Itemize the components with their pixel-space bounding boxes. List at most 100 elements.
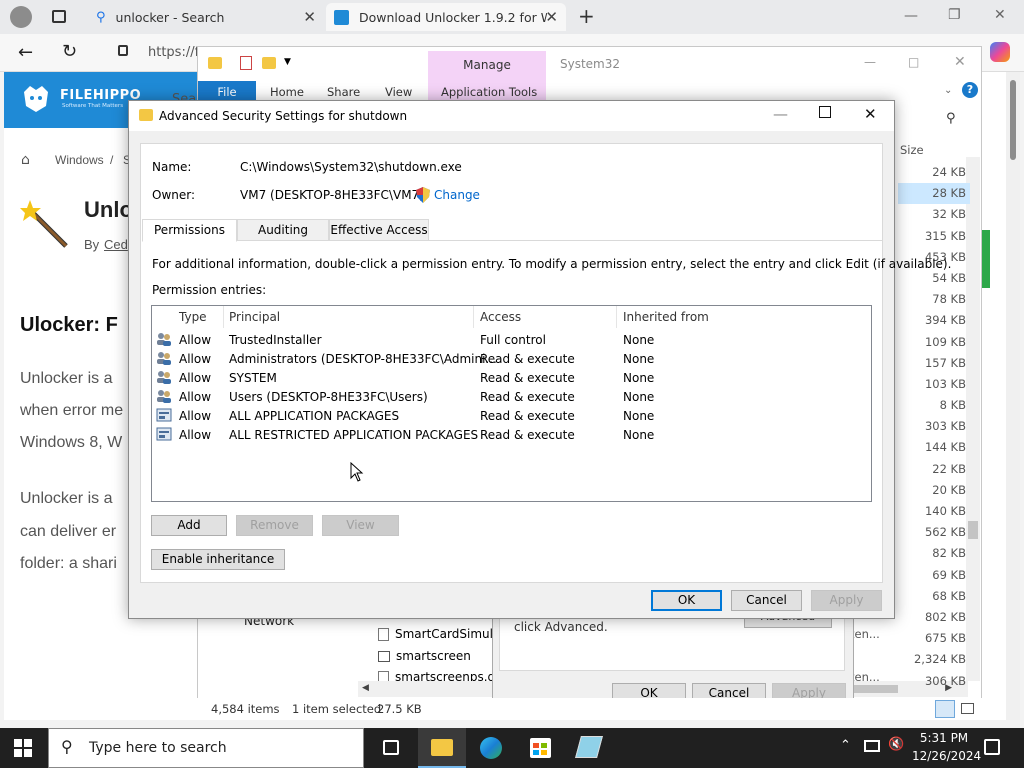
permission-row[interactable]: Allow ALL RESTRICTED APPLICATION PACKAGE… [152,426,871,445]
size-cell[interactable]: 109 KB [898,332,970,353]
size-cell[interactable]: 68 KB [898,586,970,607]
tab-effective-access[interactable]: Effective Access [329,219,429,241]
size-cell[interactable]: 103 KB [898,374,970,395]
tab-auditing[interactable]: Auditing [237,219,329,241]
remove-button[interactable]: Remove [236,515,313,536]
qat-dropdown-icon[interactable]: ▼ [284,57,291,67]
size-cell[interactable]: 82 KB [898,543,970,564]
clock-date[interactable]: 12/26/2024 [912,749,981,763]
notification-icon[interactable] [984,739,1000,755]
cancel-button[interactable]: Cancel [731,590,802,611]
permission-row[interactable]: Allow TrustedInstaller Full control None [152,331,871,350]
column-header-type[interactable]: Type [179,310,207,324]
explorer-maximize-icon[interactable]: □ [908,55,919,69]
close-icon[interactable]: ✕ [994,7,1006,23]
breadcrumb-windows[interactable]: Windows [55,153,104,167]
permission-row[interactable]: Allow Administrators (DESKTOP-8HE33FC\Ad… [152,350,871,369]
size-cell[interactable]: 69 KB [898,565,970,586]
column-header-access[interactable]: Access [480,310,521,324]
apply-button[interactable]: Apply [811,590,882,611]
size-cell[interactable]: 675 KB [898,628,970,649]
size-cell[interactable]: 144 KB [898,437,970,458]
change-owner-link[interactable]: Change [434,188,480,202]
ribbon-tab-home[interactable]: Home [270,85,304,99]
edge-icon[interactable] [480,737,502,759]
size-cell[interactable]: 562 KB [898,522,970,543]
home-icon[interactable]: ⌂ [21,152,30,168]
network-icon[interactable] [864,740,880,752]
byline-author[interactable]: Ced [104,237,128,252]
size-cell[interactable]: 303 KB [898,416,970,437]
unlocker-taskbar-icon[interactable] [575,736,603,758]
permission-row[interactable]: Allow Users (DESKTOP-8HE33FC\Users) Read… [152,388,871,407]
restore-icon[interactable]: ❐ [948,7,961,23]
task-view-icon[interactable] [383,740,399,755]
size-cell[interactable]: 802 KB [898,607,970,628]
back-icon[interactable]: ← [18,42,33,63]
refresh-icon[interactable]: ↻ [62,41,77,62]
add-button[interactable]: Add [151,515,227,536]
scroll-thumb[interactable] [1010,80,1016,160]
profile-avatar[interactable] [10,6,32,28]
volume-muted-icon[interactable]: 🔇 [888,737,904,752]
large-icons-view-icon[interactable] [961,703,974,714]
enable-inheritance-button[interactable]: Enable inheritance [151,549,285,570]
tab-actions-icon[interactable] [52,10,66,23]
size-cell[interactable]: 157 KB [898,353,970,374]
clock-time[interactable]: 5:31 PM [918,731,970,745]
scroll-left-icon[interactable]: ◀ [362,683,369,693]
close-tab-icon[interactable]: ✕ [303,8,316,26]
view-button[interactable]: View [322,515,399,536]
size-cell[interactable]: 78 KB [898,289,970,310]
new-folder-icon[interactable] [262,57,276,69]
permission-row[interactable]: Allow ALL APPLICATION PACKAGES Read & ex… [152,407,871,426]
size-cell[interactable]: 315 KB [898,226,970,247]
size-cell[interactable]: 22 KB [898,459,970,480]
size-cell[interactable]: 24 KB [898,162,970,183]
ribbon-tab-share[interactable]: Share [327,85,360,99]
file-explorer-taskbar-icon[interactable] [418,728,466,768]
copilot-icon[interactable] [990,42,1010,62]
permission-row[interactable]: Allow SYSTEM Read & execute None [152,369,871,388]
close-tab-icon[interactable]: ✕ [545,8,558,26]
minimize-icon[interactable]: — [904,8,918,24]
file-row[interactable]: SmartCardSimulat [378,627,505,641]
explorer-close-icon[interactable]: ✕ [954,54,966,70]
size-cell[interactable]: 20 KB [898,480,970,501]
size-cell[interactable]: 394 KB [898,310,970,331]
tab-search[interactable]: ⚲ unlocker - Search ✕ [86,3,324,31]
size-cell[interactable]: 140 KB [898,501,970,522]
column-header-inherited[interactable]: Inherited from [623,310,709,324]
ribbon-tab-view[interactable]: View [385,85,412,99]
store-icon[interactable] [530,738,551,758]
file-row[interactable]: smartscreen [378,649,471,663]
tray-chevron-icon[interactable]: ⌃ [840,738,851,753]
tab-permissions[interactable]: Permissions [142,219,237,242]
size-cell-selected[interactable]: 28 KB [898,183,970,205]
size-cell[interactable]: 306 KB [898,671,970,692]
page-scrollbar[interactable] [1006,72,1020,720]
size-cell[interactable]: 32 KB [898,204,970,225]
ribbon-expand-icon[interactable]: ⌄ [944,85,952,96]
details-view-icon[interactable] [935,700,955,718]
new-tab-icon[interactable]: + [578,4,595,28]
tab-filehippo[interactable]: Download Unlocker 1.9.2 for Win ✕ [326,3,566,31]
ribbon-tab-application-tools[interactable]: Application Tools [441,85,537,99]
dialog-close-icon[interactable]: ✕ [864,105,877,123]
dialog-maximize-icon[interactable] [819,106,831,118]
manage-label[interactable]: Manage [428,58,546,72]
size-cell[interactable]: 2,324 KB [898,649,970,670]
search-box-icon[interactable]: ⚲ [946,111,956,126]
folder-icon [431,739,453,756]
size-cell[interactable]: 8 KB [898,395,970,416]
help-icon[interactable]: ? [962,82,978,98]
dialog-minimize-icon[interactable]: — [773,105,788,123]
address-bar[interactable]: https://f [148,45,199,60]
size-cell[interactable]: 54 KB [898,268,970,289]
ok-button[interactable]: OK [651,590,722,611]
properties-icon[interactable] [240,56,252,70]
column-header-principal[interactable]: Principal [229,310,280,324]
explorer-minimize-icon[interactable]: — [864,55,876,69]
start-icon[interactable] [14,739,32,757]
taskbar-search[interactable]: ⚲ Type here to search [48,728,364,768]
